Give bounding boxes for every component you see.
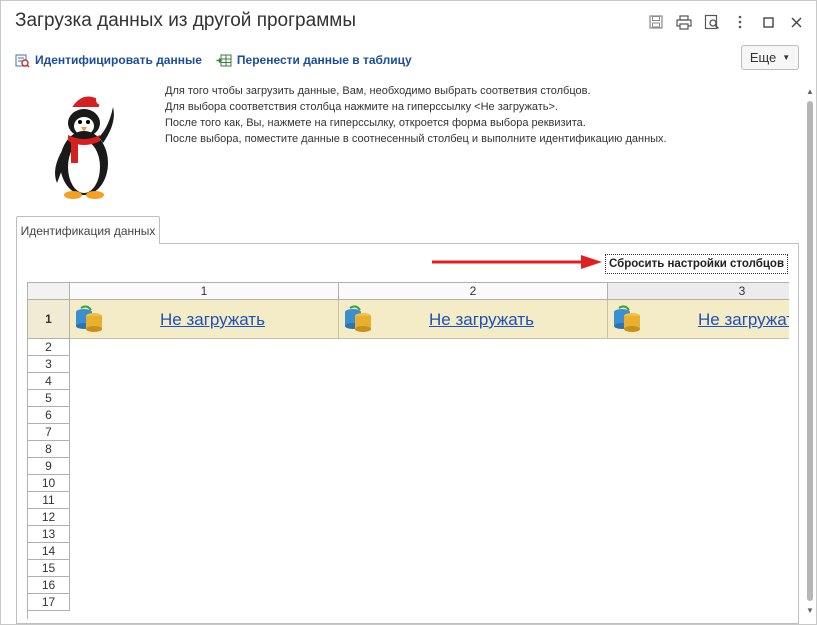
row-header[interactable]: 4 bbox=[28, 373, 70, 390]
instruction-line: После выбора, поместите данные в соотнес… bbox=[165, 133, 667, 145]
command-bar: Идентифицировать данные Перенести данные… bbox=[15, 50, 426, 70]
row-header[interactable]: 3 bbox=[28, 356, 70, 373]
row-header[interactable]: 13 bbox=[28, 526, 70, 543]
reset-column-settings-button[interactable]: Сбросить настройки столбцов bbox=[605, 254, 788, 274]
column-mapping-cell[interactable]: Не загружать bbox=[339, 300, 608, 339]
row-header[interactable]: 9 bbox=[28, 458, 70, 475]
identify-data-button[interactable]: Идентифицировать данные bbox=[15, 53, 202, 68]
identify-data-label: Идентифицировать данные bbox=[35, 53, 202, 67]
row-header[interactable]: 12 bbox=[28, 509, 70, 526]
row-header[interactable]: 17 bbox=[28, 594, 70, 611]
row-header[interactable]: 8 bbox=[28, 441, 70, 458]
scroll-down-icon[interactable]: ▼ bbox=[806, 606, 814, 615]
title-bar: Загрузка данных из другой программы bbox=[1, 1, 816, 43]
instruction-line: Для того чтобы загрузить данные, Вам, не… bbox=[165, 85, 591, 97]
maximize-icon[interactable] bbox=[754, 11, 782, 33]
transfer-table-icon bbox=[216, 54, 232, 66]
row-header[interactable]: 1 bbox=[28, 300, 70, 339]
database-icon bbox=[345, 305, 371, 332]
do-not-load-link[interactable]: Не загружать bbox=[160, 310, 265, 330]
dropdown-arrow-icon: ▼ bbox=[782, 53, 791, 62]
row-header[interactable]: 6 bbox=[28, 407, 70, 424]
database-icon bbox=[614, 305, 640, 332]
close-icon[interactable] bbox=[782, 11, 810, 33]
row-header[interactable]: 10 bbox=[28, 475, 70, 492]
grid-corner bbox=[28, 283, 70, 300]
vertical-scrollbar[interactable]: ▲ ▼ bbox=[804, 87, 816, 615]
row-header[interactable]: 11 bbox=[28, 492, 70, 509]
more-menu-label: Еще bbox=[749, 50, 777, 65]
instructions-text: Для того чтобы загрузить данные, Вам, не… bbox=[165, 83, 667, 147]
save-icon[interactable] bbox=[642, 11, 670, 33]
tab-data-identification[interactable]: Идентификация данных bbox=[16, 216, 160, 244]
instruction-line: После того как, Вы, нажмете на гиперссыл… bbox=[165, 117, 586, 129]
column-mapping-cell[interactable]: Не загружать bbox=[70, 300, 339, 339]
row-header[interactable]: 16 bbox=[28, 577, 70, 594]
title-bar-icons bbox=[642, 11, 810, 33]
column-header[interactable]: 3 bbox=[608, 283, 789, 300]
do-not-load-link[interactable]: Не загружать bbox=[429, 310, 534, 330]
print-icon[interactable] bbox=[670, 11, 698, 33]
penguin-mascot-icon bbox=[55, 95, 114, 199]
column-header[interactable]: 2 bbox=[339, 283, 608, 300]
column-mapping-cell[interactable]: Не загружать bbox=[608, 300, 789, 339]
transfer-to-table-button[interactable]: Перенести данные в таблицу bbox=[216, 53, 412, 68]
instruction-line: Для выбора соответствия столбца нажмите … bbox=[165, 101, 558, 113]
scrollbar-thumb[interactable] bbox=[807, 101, 813, 601]
do-not-load-link[interactable]: Не загружать bbox=[698, 310, 789, 330]
identify-icon bbox=[15, 54, 30, 68]
transfer-to-table-label: Перенести данные в таблицу bbox=[236, 53, 412, 67]
scroll-up-icon[interactable]: ▲ bbox=[806, 87, 814, 96]
more-vertical-icon[interactable] bbox=[726, 11, 754, 33]
row-header[interactable]: 5 bbox=[28, 390, 70, 407]
import-dialog-window: Загрузка данных из другой программы Иден… bbox=[0, 0, 817, 625]
column-header[interactable]: 1 bbox=[70, 283, 339, 300]
database-icon bbox=[76, 305, 102, 332]
annotation-arrow-icon bbox=[432, 255, 602, 269]
row-header[interactable]: 14 bbox=[28, 543, 70, 560]
spreadsheet-grid: 1 2 3 1 Не загружать Не загружать Не заг… bbox=[27, 282, 789, 619]
row-header[interactable]: 7 bbox=[28, 424, 70, 441]
window-title: Загрузка данных из другой программы bbox=[15, 10, 356, 31]
row-header[interactable]: 15 bbox=[28, 560, 70, 577]
preview-icon[interactable] bbox=[698, 11, 726, 33]
more-menu-button[interactable]: Еще ▼ bbox=[741, 45, 799, 70]
row-header[interactable]: 2 bbox=[28, 339, 70, 356]
